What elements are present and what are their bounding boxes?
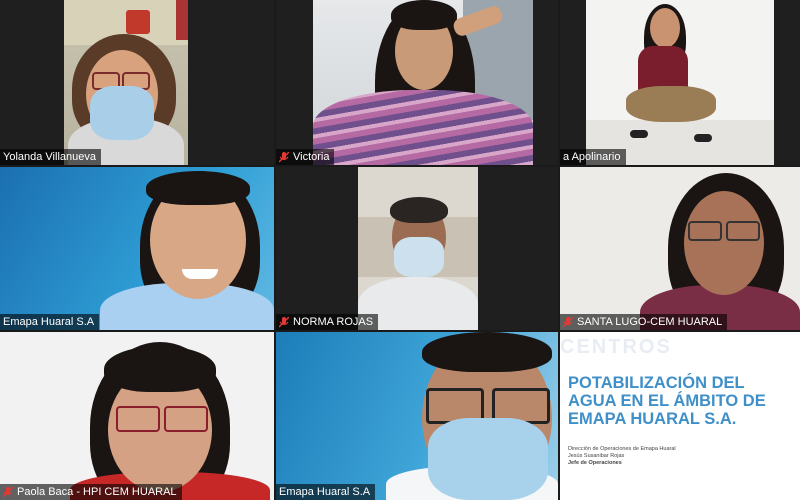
mic-muted-icon bbox=[279, 316, 289, 328]
participant-name-label: Victoria bbox=[276, 149, 335, 165]
video-feed bbox=[560, 167, 800, 330]
participant-name: NORMA ROJAS bbox=[293, 316, 374, 328]
participant-tile-apolinario[interactable]: a Apolinario bbox=[560, 0, 800, 165]
video-grid: Yolanda Villanueva Victoria a Apolinario… bbox=[0, 0, 800, 500]
video-feed bbox=[313, 0, 533, 165]
participant-tile-santa[interactable]: SANTA LUGO-CEM HUARAL bbox=[560, 167, 800, 330]
participant-name-label: Emapa Huaral S.A bbox=[276, 484, 376, 500]
participant-tile-emapa-2[interactable]: Emapa Huaral S.A bbox=[276, 332, 558, 500]
participant-name-label: Emapa Huaral S.A bbox=[0, 314, 100, 330]
mic-muted-icon bbox=[279, 151, 289, 163]
participant-name-label: a Apolinario bbox=[560, 149, 626, 165]
participant-name: Emapa Huaral S.A bbox=[3, 316, 95, 328]
participant-name: Yolanda Villanueva bbox=[3, 151, 96, 163]
participant-name: a Apolinario bbox=[563, 151, 621, 163]
participant-name: Paola Baca - HPI CEM HUARAL bbox=[17, 486, 177, 498]
slide-subtitle: Dirección de Operaciones de Emapa Huaral… bbox=[568, 446, 796, 467]
video-feed bbox=[64, 0, 188, 165]
participant-name-label: SANTA LUGO-CEM HUARAL bbox=[560, 314, 728, 330]
participant-tile-yolanda[interactable]: Yolanda Villanueva bbox=[0, 0, 274, 165]
participant-tile-emapa-1[interactable]: Emapa Huaral S.A bbox=[0, 167, 274, 330]
participant-name: SANTA LUGO-CEM HUARAL bbox=[577, 316, 723, 328]
participant-name-label: NORMA ROJAS bbox=[276, 314, 379, 330]
participant-name: Emapa Huaral S.A bbox=[279, 486, 371, 498]
participant-tile-victoria[interactable]: Victoria bbox=[276, 0, 558, 165]
video-feed bbox=[0, 332, 274, 500]
mic-muted-icon bbox=[563, 316, 573, 328]
participant-tile-paola[interactable]: Paola Baca - HPI CEM HUARAL bbox=[0, 332, 274, 500]
video-feed bbox=[358, 167, 478, 330]
participant-name-label: Yolanda Villanueva bbox=[0, 149, 101, 165]
mic-muted-icon bbox=[3, 486, 13, 498]
slide-title: POTABILIZACIÓN DEL AGUA EN EL ÁMBITO DE … bbox=[568, 374, 766, 428]
participant-name-label: Paola Baca - HPI CEM HUARAL bbox=[0, 484, 182, 500]
video-feed bbox=[0, 167, 274, 330]
participant-name: Victoria bbox=[293, 151, 330, 163]
shared-presentation-slide[interactable]: CENTROS POTABILIZACIÓN DEL AGUA EN EL ÁM… bbox=[560, 332, 800, 500]
slide-line: Dirección de Operaciones de Emapa Huaral bbox=[568, 446, 676, 452]
slide-line: Jefe de Operaciones bbox=[568, 460, 622, 466]
slide-watermark: CENTROS bbox=[560, 336, 672, 358]
participant-tile-norma[interactable]: NORMA ROJAS bbox=[276, 167, 558, 330]
slide-line: Jesús Susanibar Rojas bbox=[568, 453, 625, 459]
video-feed bbox=[586, 0, 774, 165]
video-feed bbox=[276, 332, 558, 500]
